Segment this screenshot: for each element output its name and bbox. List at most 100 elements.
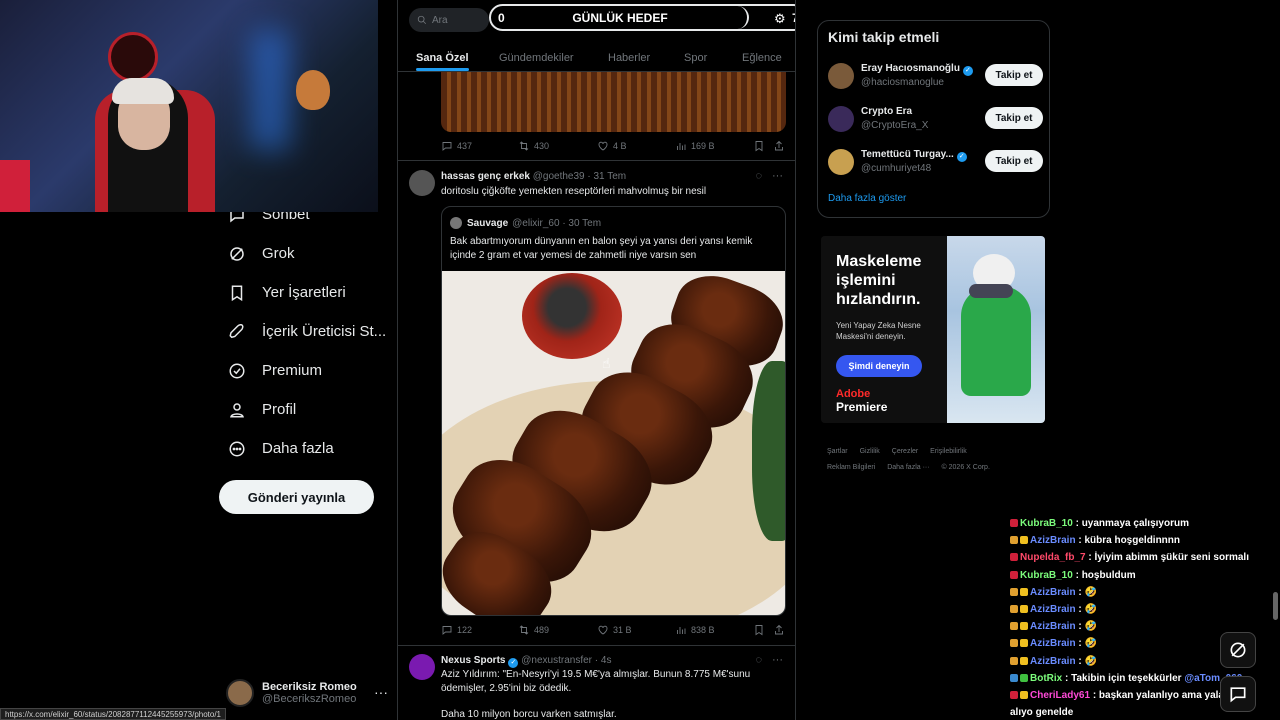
nav-item-premium[interactable]: Premium <box>218 351 388 390</box>
grok-icon[interactable]: ◌ <box>755 170 762 182</box>
quote-date: · 30 Tem <box>562 217 602 229</box>
views-icon <box>677 627 686 634</box>
footer-link[interactable]: Reklam Bilgileri <box>827 464 875 471</box>
follow-button[interactable]: Takip et <box>985 150 1043 172</box>
food-photo[interactable]: ☝ <box>442 271 785 615</box>
chat-text: : 🤣 <box>1078 604 1097 616</box>
chat-badge-icon <box>1010 570 1018 579</box>
footer-link[interactable]: Çerezler <box>892 448 918 455</box>
footer-link[interactable]: Gizlilik <box>860 448 880 455</box>
post-button[interactable]: Gönderi yayınla <box>219 480 374 514</box>
reply-button[interactable]: 437 <box>441 140 472 152</box>
show-more-link[interactable]: Daha fazla göster <box>828 193 906 204</box>
verified-badge-icon: ✓ <box>508 658 519 668</box>
bookmark-button[interactable] <box>753 624 769 636</box>
tweet-date[interactable]: · 4s <box>595 655 612 666</box>
author-handle[interactable]: @nexustransfer <box>521 655 592 666</box>
reply-count: 437 <box>457 141 473 151</box>
chat-badge-icon <box>1010 673 1018 682</box>
user-handle: @cumhuriyet48 <box>861 163 932 174</box>
tweet-date[interactable]: · 31 Tem <box>587 171 626 182</box>
reply-icon <box>442 626 452 635</box>
footer-link[interactable]: Daha fazla ··· <box>887 464 929 471</box>
tab-sports[interactable]: Spor <box>684 46 707 64</box>
scrollbar[interactable] <box>1273 592 1278 620</box>
grok-float-icon[interactable] <box>1220 632 1256 668</box>
ad-cta-button[interactable]: Şimdi deneyin <box>836 355 922 377</box>
onion-herb-garnish <box>752 361 785 541</box>
footer-link[interactable]: Erişilebilirlik <box>930 448 967 455</box>
author-name[interactable]: hassas genç erkek <box>441 171 530 182</box>
bookmark-icon <box>755 141 763 152</box>
repost-button[interactable]: 430 <box>518 140 549 152</box>
grok-icon[interactable]: ◌ <box>755 654 762 666</box>
more-dots-icon[interactable]: ··· <box>374 684 388 700</box>
author-handle[interactable]: @goethe39 <box>533 171 585 182</box>
avatar <box>828 106 854 132</box>
more-dots-icon[interactable]: ··· <box>772 654 783 666</box>
quoted-tweet[interactable]: Sauvage @elixir_60 · 30 Tem Bak abartmıy… <box>441 206 786 616</box>
nav-item-creator-studio[interactable]: İçerik Üreticisi St... <box>218 312 388 351</box>
user-name: Eray Hacıosmanoğlu ✓ <box>861 63 973 76</box>
share-button[interactable] <box>773 624 789 636</box>
tweet-controls: ◌ ··· <box>755 654 783 666</box>
tab-news[interactable]: Haberler <box>608 46 650 64</box>
guitar <box>296 70 330 110</box>
author-name[interactable]: Nexus Sports <box>441 655 505 666</box>
nav-item-bookmarks[interactable]: Yer İşaretleri <box>218 273 388 312</box>
views-button[interactable]: 169 B <box>675 140 715 152</box>
verified-badge-icon: ✓ <box>962 66 973 76</box>
chat-text: alıyo genelde <box>1010 707 1074 719</box>
footer-link[interactable]: Şartlar <box>827 448 848 455</box>
chat-badge-icon <box>1010 622 1018 631</box>
search-input[interactable]: Ara <box>409 8 489 32</box>
chat-user: KubraB_10 <box>1020 569 1073 581</box>
avatar[interactable] <box>409 170 435 196</box>
lamp <box>0 160 30 212</box>
avatar[interactable] <box>409 654 435 680</box>
like-button[interactable]: 31 B <box>597 624 632 636</box>
adobe-premiere-ad[interactable]: Maskeleme işlemini hızlandırın. Yeni Yap… <box>821 236 1045 423</box>
skier-goggles <box>969 284 1013 298</box>
search-placeholder: Ara <box>432 14 448 26</box>
user-name: Crypto Era <box>861 106 913 117</box>
grilled-tomato <box>522 273 622 359</box>
tab-entertainment[interactable]: Eğlence <box>742 46 782 64</box>
chat-badge-icon <box>1020 622 1028 631</box>
section-title: Kimi takip etmeli <box>828 29 940 45</box>
tweet-image[interactable] <box>441 72 786 132</box>
more-dots-icon[interactable]: ··· <box>772 170 783 182</box>
tab-for-you[interactable]: Sana Özel <box>416 46 469 71</box>
reply-button[interactable]: 122 <box>441 624 472 636</box>
nav-label: Daha fazla <box>262 440 334 457</box>
tweet-controls: ◌ ··· <box>755 170 783 182</box>
nav-label: Yer İşaretleri <box>262 284 346 301</box>
timeline-header: Ara 0 GÜNLÜK HEDEF ⚙ 7 Sana Özel Gündemd… <box>398 0 795 72</box>
nav-item-grok[interactable]: Grok <box>218 234 388 273</box>
chat-message: AzizBrain : kübra hoşgeldinnnn <box>1010 532 1275 549</box>
goal-title: GÜNLÜK HEDEF <box>572 11 668 25</box>
user-name: Temettücü Turgay... ✓ <box>861 149 967 162</box>
follow-button[interactable]: Takip et <box>985 64 1043 86</box>
suggested-user[interactable]: Temettücü Turgay... ✓ @cumhuriyet48 Takip… <box>828 147 1043 177</box>
wall-light <box>250 30 290 150</box>
repost-button[interactable]: 489 <box>518 624 549 636</box>
views-button[interactable]: 838 B <box>675 624 715 636</box>
bookmark-button[interactable] <box>753 140 769 152</box>
suggested-user[interactable]: Eray Hacıosmanoğlu ✓ @haciosmanoglue Taki… <box>828 61 1043 91</box>
nav-item-profile[interactable]: Profil <box>218 390 388 429</box>
chat-user: AzizBrain <box>1030 655 1076 667</box>
account-switcher[interactable]: Beceriksiz Romeo @BecerikszRomeo ··· <box>226 676 396 710</box>
tab-trending[interactable]: Gündemdekiler <box>499 46 574 64</box>
chat-user: CheriLady61 <box>1030 690 1091 702</box>
messages-float-icon[interactable] <box>1220 676 1256 712</box>
chat-text: : kübra hoşgeldinnnn <box>1078 535 1181 547</box>
suggested-user[interactable]: Crypto Era @CryptoEra_X Takip et <box>828 104 1043 134</box>
follow-button[interactable]: Takip et <box>985 107 1043 129</box>
share-button[interactable] <box>773 140 789 152</box>
nav-item-more[interactable]: Daha fazla <box>218 429 388 468</box>
avatar <box>828 63 854 89</box>
like-button[interactable]: 4 B <box>597 140 627 152</box>
nav-label: İçerik Üreticisi St... <box>262 323 387 340</box>
chat-badge-icon <box>1020 605 1028 614</box>
